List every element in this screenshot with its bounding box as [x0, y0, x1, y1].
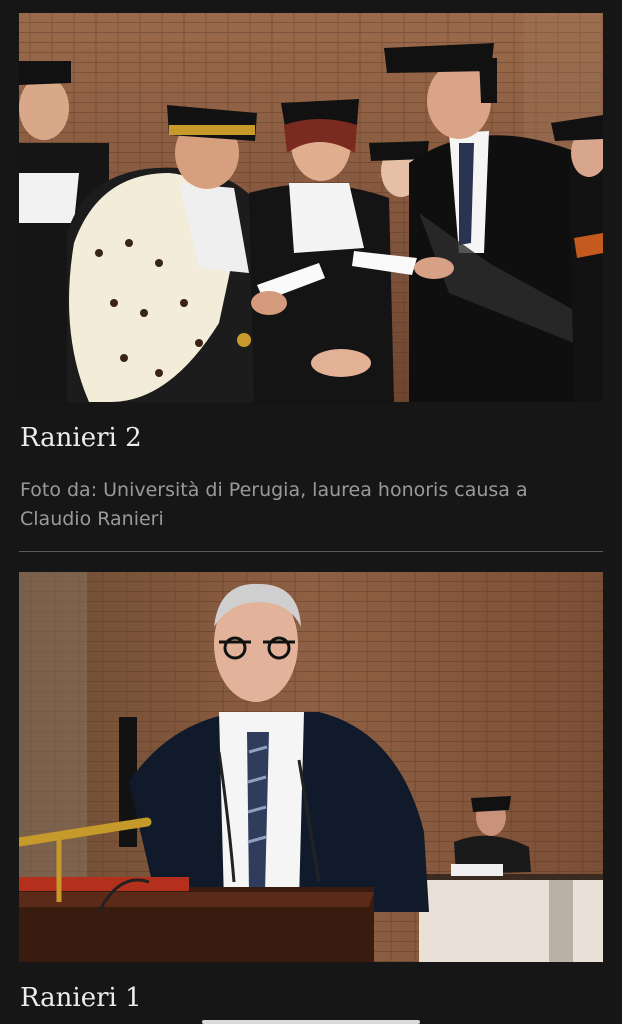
photo-caption: Foto da: Università di Perugia, laurea h… [20, 479, 528, 530]
photo-title: Ranieri 1 [20, 983, 142, 1013]
home-indicator[interactable] [202, 1020, 420, 1024]
ceremony-photo[interactable] [19, 13, 603, 402]
speech-photo[interactable] [19, 572, 603, 962]
photo-title: Ranieri 2 [20, 423, 142, 453]
divider [19, 551, 603, 552]
speech-photo-graphic [19, 572, 603, 962]
ceremony-photo-graphic [19, 13, 603, 402]
gallery-page: Ranieri 2 Foto da: Università di Perugia… [0, 0, 622, 1024]
